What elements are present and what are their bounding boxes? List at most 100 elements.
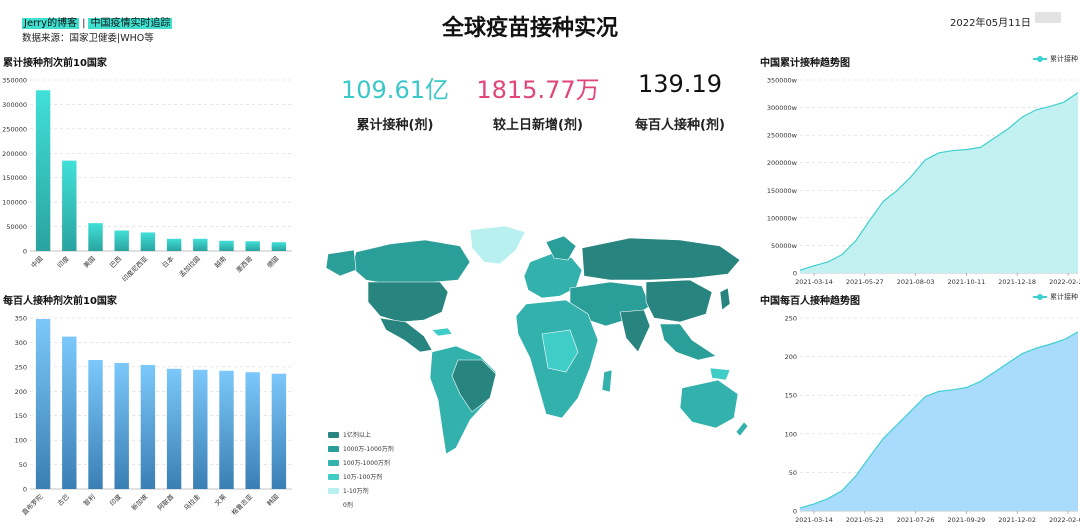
- top10-total-bar-chart: 0 50000 100000 150000 200000 250000 300000 3500…: [2, 77, 292, 284]
- bar: [88, 360, 103, 489]
- bar: [166, 238, 182, 251]
- map-region-southeast-asia[interactable]: [659, 323, 717, 361]
- x-tick-label: 印度尼西亚: [120, 254, 150, 284]
- map-region-japan[interactable]: [719, 287, 731, 311]
- legend-label: 1亿剂以上: [343, 432, 371, 439]
- x-tick-label: 2021-07-26: [897, 516, 935, 524]
- x-tick-label: 2021-05-27: [846, 278, 884, 286]
- legend-china-total[interactable]: 累计接种: [1033, 54, 1078, 64]
- x-tick-label: 2021-05-23: [846, 516, 884, 524]
- legend-label: 累计接种: [1050, 55, 1078, 63]
- legend-1e6[interactable]: 100万-1000万剂: [328, 458, 390, 467]
- y-tick-label: 150000: [2, 174, 27, 182]
- x-tick-label: 印度: [55, 254, 71, 270]
- legend-1e4[interactable]: 1-10万剂: [328, 486, 369, 495]
- bar: [219, 370, 234, 489]
- legend-1e8[interactable]: 1亿剂以上: [328, 430, 371, 439]
- y-tick-label: 300000w: [767, 104, 798, 112]
- bar: [88, 223, 103, 251]
- bar: [245, 372, 260, 489]
- bar: [35, 318, 51, 489]
- x-tick-label: 2021-12-18: [998, 278, 1036, 286]
- report-date: 2022年05月11日: [950, 18, 1031, 29]
- legend-china-per100[interactable]: 累计接种: [1033, 292, 1078, 302]
- map-region-madagascar[interactable]: [601, 369, 613, 393]
- y-tick-label: 100000: [2, 199, 27, 207]
- china-total-area-chart: 0 50000w 100000w 150000w 200000w 250000w 30000…: [767, 77, 1080, 287]
- world-vaccination-map[interactable]: [320, 222, 750, 462]
- x-tick-label: 2021-09-29: [948, 516, 986, 524]
- y-tick-label: 200000w: [767, 159, 798, 167]
- map-region-canada[interactable]: [351, 239, 471, 285]
- y-tick-label: 0: [793, 508, 797, 516]
- bar: [114, 362, 129, 489]
- map-region-india[interactable]: [619, 309, 651, 353]
- map-region-mexico[interactable]: [379, 317, 433, 353]
- x-tick-label: 2021-12-02: [998, 516, 1036, 524]
- x-tick-label: 文莱: [212, 492, 228, 508]
- bar: [193, 238, 208, 251]
- x-tick-label: 阿联酋: [155, 492, 176, 513]
- y-tick-label: 50000: [6, 223, 27, 231]
- y-tick-label: 0: [23, 248, 27, 256]
- map-region-papua[interactable]: [709, 367, 731, 381]
- y-tick-label: 50: [19, 461, 27, 469]
- x-tick-label: 韩国: [265, 492, 281, 508]
- legend-label: 1-10万剂: [343, 488, 369, 495]
- legend-swatch: [328, 459, 339, 466]
- legend-1e5[interactable]: 10万-100万剂: [328, 472, 382, 481]
- x-tick-label: 2022-02-26: [1049, 278, 1080, 286]
- x-tick-label: 美国: [81, 254, 97, 270]
- x-tick-label: 2021-10-11: [948, 278, 986, 286]
- legend-zero[interactable]: 0剂: [328, 500, 353, 509]
- y-tick-label: 150: [785, 392, 797, 400]
- map-region-australia[interactable]: [679, 379, 739, 429]
- kpi-per100-label: 每百人接种(剂): [635, 118, 725, 133]
- x-tick-label: 2021-08-03: [897, 278, 935, 286]
- map-region-caribbean[interactable]: [431, 327, 453, 337]
- x-tick-label: 日本: [160, 254, 176, 270]
- legend-1e7[interactable]: 1000万-1000万剂: [328, 444, 394, 453]
- map-legend: 1亿剂以上 1000万-1000万剂 100万-1000万剂 10万-100万剂…: [328, 430, 428, 520]
- map-region-new-zealand[interactable]: [735, 421, 749, 437]
- x-tick-label: 德国: [265, 254, 281, 270]
- bar: [140, 232, 156, 251]
- bar: [62, 336, 77, 489]
- legend-label: 100万-1000万剂: [343, 460, 390, 467]
- y-tick-label: 250: [15, 363, 27, 371]
- map-region-china[interactable]: [645, 279, 713, 323]
- map-region-usa[interactable]: [367, 281, 449, 323]
- x-tick-label: 乌拉圭: [182, 492, 203, 513]
- map-region-greenland[interactable]: [469, 225, 526, 265]
- x-tick-label: 孟加拉国: [177, 254, 202, 279]
- bar: [114, 230, 129, 251]
- top10-per100-bar-chart: 0 50 100 150 200 250 300 350 直布罗陀 古巴 智利 印度 新加坡 阿联酋 乌拉圭…: [15, 315, 292, 517]
- bar: [193, 369, 208, 489]
- kpi-daily-label: 较上日新增(剂): [493, 118, 583, 133]
- map-region-alaska[interactable]: [325, 249, 357, 277]
- map-region-russia[interactable]: [581, 237, 741, 281]
- y-tick-label: 150000w: [767, 187, 798, 195]
- x-tick-label: 2022-02-05: [1049, 516, 1080, 524]
- legend-label: 1000万-1000万剂: [343, 446, 394, 453]
- y-tick-label: 100: [15, 437, 27, 445]
- y-tick-label: 250000: [2, 125, 27, 133]
- x-tick-label: 巴西: [108, 254, 123, 269]
- x-tick-label: 2021-03-14: [795, 516, 833, 524]
- x-tick-label: 古巴: [55, 492, 71, 508]
- bar: [271, 242, 287, 251]
- legend-swatch: [328, 445, 339, 452]
- y-tick-label: 350000: [2, 77, 27, 85]
- legend-swatch: [328, 487, 339, 494]
- y-tick-label: 300000: [2, 101, 27, 109]
- y-tick-label: 350000w: [767, 77, 798, 85]
- y-tick-label: 100: [785, 430, 797, 438]
- bar: [166, 368, 182, 489]
- bar: [140, 364, 156, 489]
- x-tick-label: 新加坡: [129, 492, 150, 513]
- x-tick-label: 直布罗陀: [20, 492, 45, 517]
- x-tick-label: 印度: [108, 492, 124, 508]
- x-tick-label: 越南: [212, 254, 228, 270]
- y-tick-label: 150: [15, 412, 27, 420]
- avatar: [1035, 12, 1061, 23]
